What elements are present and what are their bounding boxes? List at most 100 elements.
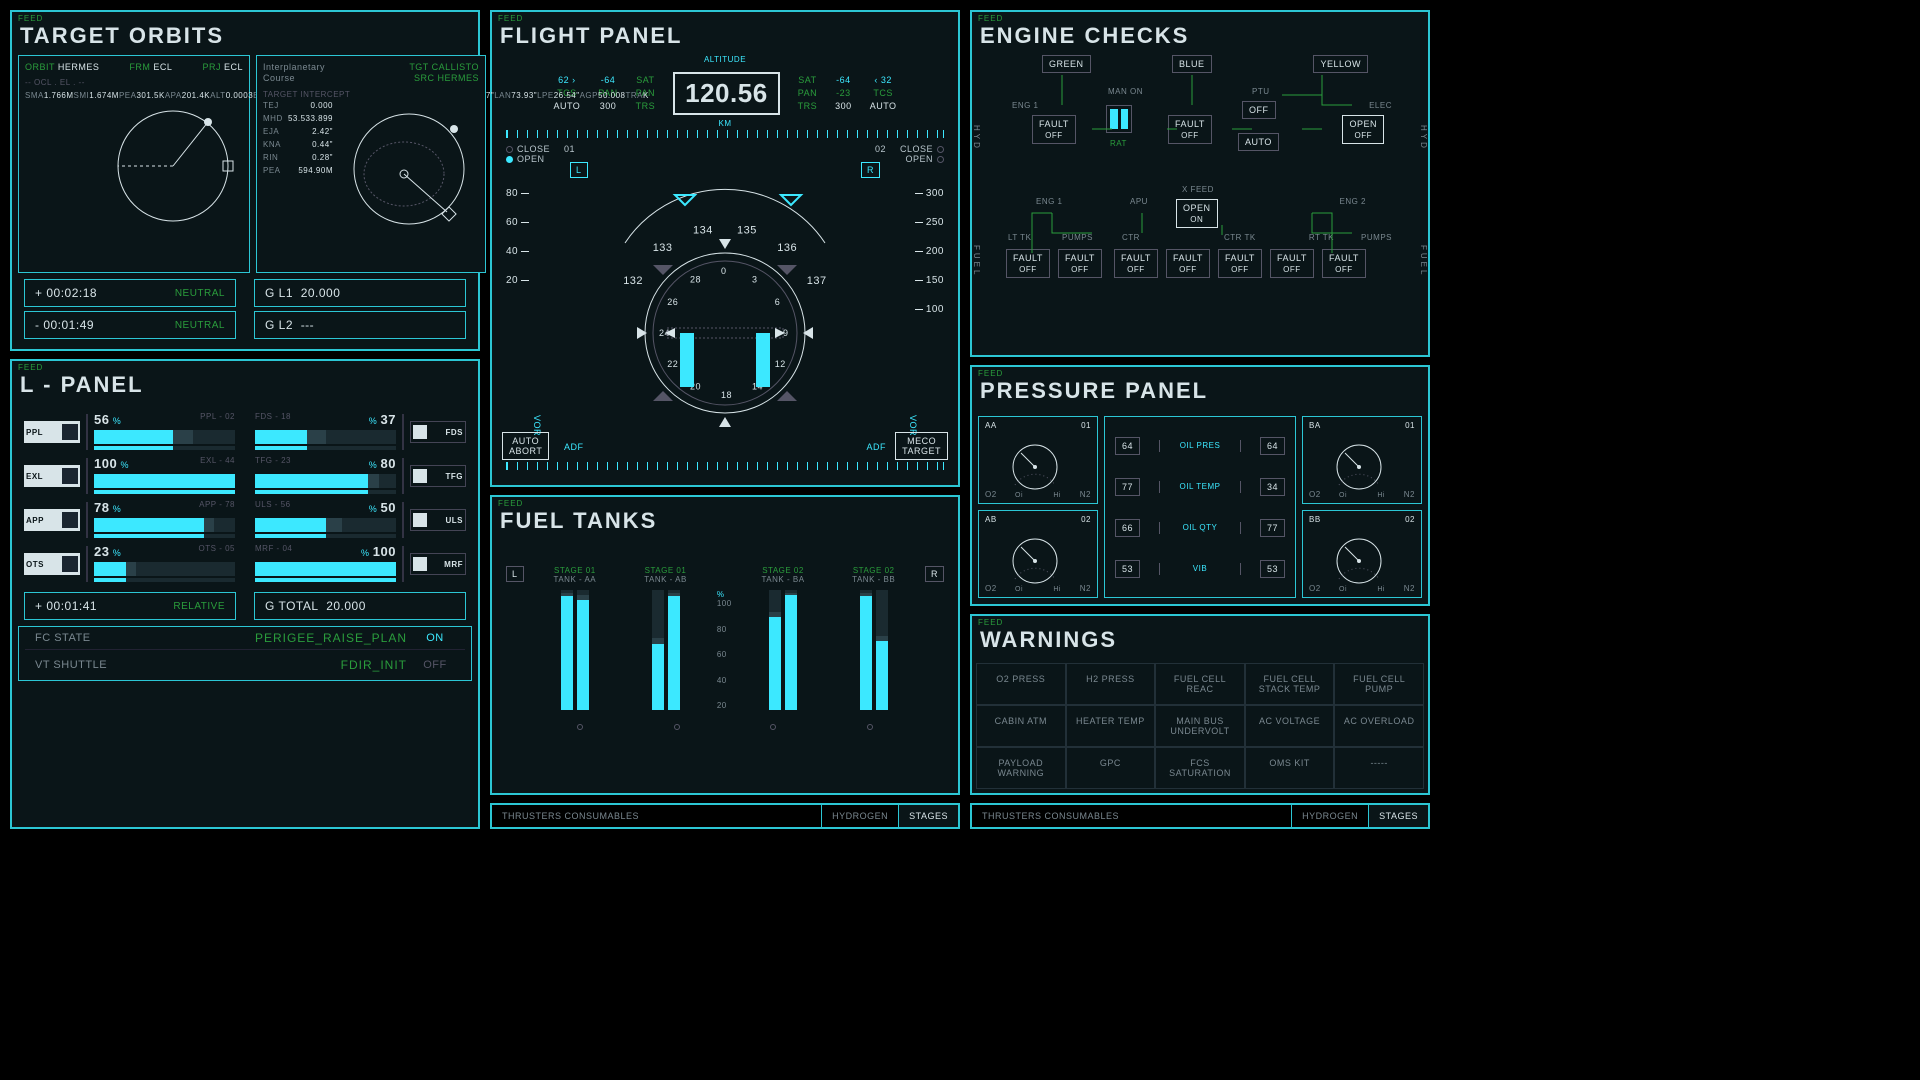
warning-cabin-atm[interactable]: CABIN ATM	[976, 705, 1066, 747]
l-indicator: L	[570, 162, 588, 178]
footer-tabs: THRUSTERS CONSUMABLES HYDROGEN STAGES	[490, 803, 960, 829]
svg-text:3: 3	[752, 274, 758, 284]
time-row-3[interactable]: + 00:01:41RELATIVE	[24, 592, 236, 620]
fds-switch[interactable]: FDS	[410, 421, 466, 443]
warnings-title: WARNINGS	[972, 627, 1428, 659]
warning-oms-kit[interactable]: OMS KIT	[1245, 747, 1335, 789]
fuel-btn-6[interactable]: FAULTOFF	[1322, 249, 1366, 278]
xfeed-button[interactable]: OPENON	[1176, 199, 1218, 228]
pressure-panel: FEED PRESSURE PANEL AA01O2OiHiN2 AB02O2O…	[970, 365, 1430, 606]
orbit-right-box: InterplanetaryCourse TGT CALLISTOSRC HER…	[256, 55, 486, 273]
fuel-btn-4[interactable]: FAULTOFF	[1218, 249, 1262, 278]
footer-stages[interactable]: STAGES	[898, 805, 958, 827]
hyd-mid-button[interactable]: FAULTOFF	[1168, 115, 1212, 144]
svg-text:28: 28	[690, 274, 701, 284]
warning-o2-press[interactable]: O2 PRESS	[976, 663, 1066, 705]
warning-h2-press[interactable]: H2 PRESS	[1066, 663, 1156, 705]
ruler-icon	[506, 130, 944, 138]
feed-label: FEED	[12, 12, 478, 23]
warning-payload-warning[interactable]: PAYLOAD WARNING	[976, 747, 1066, 789]
blue-button[interactable]: BLUE	[1172, 55, 1212, 73]
elec-button[interactable]: OPENOFF	[1342, 115, 1384, 144]
lp-item-ots: OTS23 %OTS - 05	[24, 544, 235, 584]
flight-panel: FEED FLIGHT PANEL ALTITUDE 62 ›TCSAUTO -…	[490, 10, 960, 487]
pressure-panel-title: PRESSURE PANEL	[972, 378, 1428, 410]
gauge-bb: BB02O2OiHiN2	[1302, 510, 1422, 598]
g-l1-row[interactable]: G L1 20.000	[254, 279, 466, 307]
footer-thrusters[interactable]: THRUSTERS CONSUMABLES	[492, 805, 821, 827]
g-total-row[interactable]: G TOTAL 20.000	[254, 592, 466, 620]
lp-item-uls: ULS - 56% 50ULS	[255, 500, 466, 540]
fuel-btn-1[interactable]: FAULTOFF	[1058, 249, 1102, 278]
warning-ac-overload[interactable]: AC OVERLOAD	[1334, 705, 1424, 747]
lp-item-app: APP78 %APP - 78	[24, 500, 235, 540]
warning-heater-temp[interactable]: HEATER TEMP	[1066, 705, 1156, 747]
warning-ac-voltage[interactable]: AC VOLTAGE	[1245, 705, 1335, 747]
exl-switch[interactable]: EXL	[24, 465, 80, 487]
ptu-auto-button[interactable]: AUTO	[1238, 133, 1279, 151]
svg-text:12: 12	[775, 359, 786, 369]
fuel-tanks-panel: FEED FUEL TANKS L STAGE 01TANK - AASTAGE…	[490, 495, 960, 795]
warning-main-bus-undervolt[interactable]: MAIN BUS UNDERVOLT	[1155, 705, 1245, 747]
svg-text:26: 26	[667, 297, 678, 307]
time-row-2[interactable]: - 00:01:49NEUTRAL	[24, 311, 236, 339]
ots-switch[interactable]: OTS	[24, 553, 80, 575]
flight-panel-title: FLIGHT PANEL	[492, 23, 958, 55]
fuel-btn-2[interactable]: FAULTOFF	[1114, 249, 1158, 278]
lp-item-ppl: PPL56 %PPL - 02	[24, 412, 235, 452]
l-panel: FEED L - PANEL PPL56 %PPL - 02FDS - 18% …	[10, 359, 480, 829]
lp-item-tfg: TFG - 23% 80TFG	[255, 456, 466, 496]
lp-item-fds: FDS - 18% 37FDS	[255, 412, 466, 452]
orbit-diagram-icon	[113, 76, 243, 256]
gauge-ba: BA01O2OiHiN2	[1302, 416, 1422, 504]
tfg-switch[interactable]: TFG	[410, 465, 466, 487]
target-orbits-panel: FEED TARGET ORBITS ORBIT HERMES FRM ECL …	[10, 10, 480, 351]
warning-fuel-cell-reac[interactable]: FUEL CELL REAC	[1155, 663, 1245, 705]
tank-tank-aa: STAGE 01TANK - AA	[536, 566, 615, 710]
auto-abort-button[interactable]: AUTO ABORT	[502, 432, 549, 460]
warning--[interactable]: -----	[1334, 747, 1424, 789]
compass-gauge-icon: 132133134135136137 03691214182022242628	[595, 183, 855, 443]
vt-shuttle-row[interactable]: VT SHUTTLEFDIR_INITOFF	[25, 654, 465, 676]
fuel-btn-3[interactable]: FAULTOFF	[1166, 249, 1210, 278]
tank-tank-ab: STAGE 01TANK - AB	[626, 566, 705, 710]
yellow-button[interactable]: YELLOW	[1313, 55, 1368, 73]
mrf-switch[interactable]: MRF	[410, 553, 466, 575]
ptu-off-button[interactable]: OFF	[1242, 101, 1276, 119]
uls-switch[interactable]: ULS	[410, 509, 466, 531]
ppl-switch[interactable]: PPL	[24, 421, 80, 443]
intercept-params: TEJ0.000MHD53.533.899EJA2.42"KNA0.44"RIN…	[263, 99, 333, 259]
footer-tabs-2: THRUSTERS CONSUMABLES HYDROGEN STAGES	[970, 803, 1430, 829]
app-switch[interactable]: APP	[24, 509, 80, 531]
fc-state-row[interactable]: FC STATEPERIGEE_RAISE_PLANON	[25, 627, 465, 650]
fuel-btn-0[interactable]: FAULTOFF	[1006, 249, 1050, 278]
ruler-icon	[506, 462, 944, 470]
lp-item-exl: EXL100 %EXL - 44	[24, 456, 235, 496]
fuel-btn-5[interactable]: FAULTOFF	[1270, 249, 1314, 278]
orbit-params: -- OCL . EL . -- SMA1.766MSMI1.674MPEA30…	[25, 76, 107, 266]
warning-gpc[interactable]: GPC	[1066, 747, 1156, 789]
fuel-tanks-title: FUEL TANKS	[492, 508, 958, 540]
target-orbits-title: TARGET ORBITS	[12, 23, 478, 55]
warning-fcs-saturation[interactable]: FCS SATURATION	[1155, 747, 1245, 789]
tank-tank-ba: STAGE 02TANK - BA	[744, 566, 823, 710]
svg-text:6: 6	[775, 297, 781, 307]
r-indicator: R	[861, 162, 880, 178]
warning-fuel-cell-stack-temp[interactable]: FUEL CELL STACK TEMP	[1245, 663, 1335, 705]
time-row-1[interactable]: + 00:02:18NEUTRAL	[24, 279, 236, 307]
svg-text:0: 0	[721, 266, 727, 276]
green-button[interactable]: GREEN	[1042, 55, 1091, 73]
altitude-display: 120.56	[673, 72, 780, 115]
gauge-aa: AA01O2OiHiN2	[978, 416, 1098, 504]
manon-toggle[interactable]	[1106, 105, 1132, 133]
g-l2-row[interactable]: G L2 ---	[254, 311, 466, 339]
tank-tank-bb: STAGE 02TANK - BB	[834, 566, 913, 710]
footer-hydrogen[interactable]: HYDROGEN	[821, 805, 898, 827]
eng1-hyd-button[interactable]: FAULTOFF	[1032, 115, 1076, 144]
intercept-diagram-icon	[339, 99, 479, 249]
left-scale: 80604020	[506, 170, 529, 304]
engine-checks-title: ENGINE CHECKS	[972, 23, 1428, 55]
pressure-readouts: 64OIL PRES6477OIL TEMP3466OIL QTY7753VIB…	[1104, 416, 1296, 598]
meco-target-button[interactable]: MECO TARGET	[895, 432, 948, 460]
warning-fuel-cell-pump[interactable]: FUEL CELL PUMP	[1334, 663, 1424, 705]
